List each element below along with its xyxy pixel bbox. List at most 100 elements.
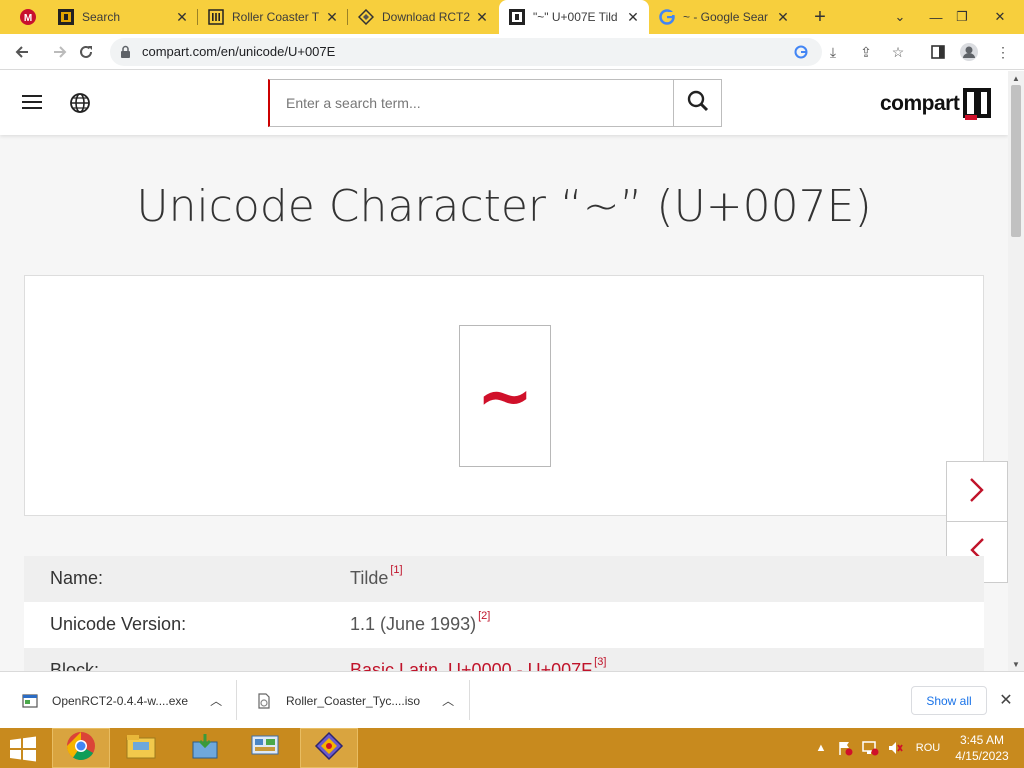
svg-text:M: M xyxy=(24,13,32,24)
table-row: Block: Basic Latin, U+0000 - U+007F [3] xyxy=(24,648,984,671)
input-language-indicator[interactable]: ROU xyxy=(912,728,944,768)
row-label: Name: xyxy=(50,568,104,588)
site-search xyxy=(268,79,722,127)
bookmark-star-icon[interactable]: ☆ xyxy=(888,42,908,62)
start-button[interactable] xyxy=(8,736,38,762)
exe-file-icon xyxy=(22,693,38,709)
taskbar-clock[interactable]: 3:45 AM 4/15/2023 xyxy=(948,732,1016,764)
chevron-up-icon[interactable]: ︿ xyxy=(210,692,222,709)
next-character-button[interactable] xyxy=(946,461,1008,523)
tab-title: Download RCT2 xyxy=(382,10,471,24)
search-icon xyxy=(687,90,709,117)
control-panel-icon xyxy=(250,732,280,765)
show-all-downloads-button[interactable]: Show all xyxy=(911,686,987,715)
compart-logo[interactable]: compart xyxy=(880,87,993,121)
reference-link[interactable]: [1] xyxy=(390,564,402,576)
row-value: Tilde [1] xyxy=(350,564,403,589)
download-shelf: OpenRCT2-0.4.4-w....exe ︿ Roller_Coaster… xyxy=(0,671,1024,728)
tab-google-search[interactable]: ~ - Google Sear ✕ xyxy=(649,0,799,34)
screen: M Search ✕ Roller Coaster T ✕ Download R… xyxy=(0,0,1024,768)
glyph-panel: ~ xyxy=(24,275,984,516)
action-center-flag-icon[interactable] xyxy=(836,728,854,768)
divider xyxy=(236,680,237,720)
scroll-thumb[interactable] xyxy=(1011,85,1021,237)
site-header: compart xyxy=(0,71,1008,135)
version-value: 1.1 (June 1993) xyxy=(350,614,477,634)
hamburger-menu-icon[interactable] xyxy=(22,95,42,109)
tab-unicode-tilde[interactable]: "~" U+007E Tild ✕ xyxy=(499,0,649,34)
page-title: Unicode Character “~” (U+007E) xyxy=(136,181,872,232)
share-icon[interactable]: ⇪ xyxy=(856,42,876,62)
chevron-up-icon[interactable]: ︿ xyxy=(442,692,454,709)
volume-muted-icon[interactable] xyxy=(886,728,904,768)
scroll-down-arrow-icon[interactable]: ▼ xyxy=(1012,660,1020,669)
close-tab-icon[interactable]: ✕ xyxy=(474,9,490,25)
glyph-preview: ~ xyxy=(459,325,551,467)
installer-taskbar-button[interactable] xyxy=(176,728,234,768)
google-lens-icon[interactable] xyxy=(792,43,810,61)
windows-logo-icon xyxy=(8,736,38,766)
restore-button[interactable]: ❐ xyxy=(942,0,982,34)
openrct2-icon xyxy=(314,731,344,766)
row-label: Block: xyxy=(50,660,100,671)
compart-logo-mark-icon xyxy=(963,88,993,120)
new-tab-button[interactable]: + xyxy=(808,5,832,29)
download-item[interactable]: OpenRCT2-0.4.4-w....exe ︿ xyxy=(22,672,222,729)
clock-time: 3:45 AM xyxy=(959,733,1005,747)
url-text[interactable]: compart.com/en/unicode/U+007E xyxy=(142,44,335,59)
more-menu-icon[interactable]: ⋮ xyxy=(993,42,1013,62)
app-menu-button[interactable]: M xyxy=(10,0,46,34)
control-panel-taskbar-button[interactable] xyxy=(236,728,294,768)
scroll-up-arrow-icon[interactable]: ▲ xyxy=(1012,74,1020,83)
reference-link[interactable]: [3] xyxy=(594,656,606,668)
reload-button[interactable] xyxy=(74,40,98,64)
side-panel-icon[interactable] xyxy=(928,42,948,62)
download-item[interactable]: Roller_Coaster_Tyc....iso ︿ xyxy=(256,672,454,729)
openrct2-taskbar-button[interactable] xyxy=(300,728,358,768)
chrome-icon xyxy=(66,731,96,766)
close-tab-icon[interactable]: ✕ xyxy=(174,9,190,25)
tab-roller-coaster[interactable]: Roller Coaster T ✕ xyxy=(198,0,348,34)
windows-taskbar: ▲ ROU 3:45 AM 4/15/2023 xyxy=(0,728,1024,768)
folder-icon xyxy=(125,732,157,765)
forward-button[interactable] xyxy=(48,40,72,64)
address-bar[interactable]: compart.com/en/unicode/U+007E xyxy=(110,38,822,66)
tab-title: Search xyxy=(82,10,121,24)
logo-text: compart xyxy=(880,92,960,115)
close-tab-icon[interactable]: ✕ xyxy=(324,9,340,25)
tab-title: "~" U+007E Tild xyxy=(533,10,618,24)
page-scrollbar[interactable]: ▲ ▼ xyxy=(1008,71,1024,671)
close-window-button[interactable]: ✕ xyxy=(980,0,1020,34)
file-explorer-taskbar-button[interactable] xyxy=(112,728,170,768)
back-button[interactable] xyxy=(10,40,34,64)
search-input[interactable] xyxy=(270,80,673,126)
close-tab-icon[interactable]: ✕ xyxy=(625,9,641,25)
profile-avatar-icon[interactable] xyxy=(959,42,979,62)
lock-icon[interactable] xyxy=(120,45,131,64)
compart-favicon-icon xyxy=(58,9,74,25)
glyph-character: ~ xyxy=(476,356,534,436)
tab-download-rct2[interactable]: Download RCT2 ✕ xyxy=(348,0,498,34)
tab-search-chevron-icon[interactable]: ⌄ xyxy=(880,0,920,34)
tab-strip: M Search ✕ Roller Coaster T ✕ Download R… xyxy=(0,0,1024,34)
install-app-icon[interactable]: ⤓ xyxy=(823,42,843,62)
search-button[interactable] xyxy=(673,80,721,126)
museum-favicon-icon xyxy=(208,9,224,25)
chevron-right-icon xyxy=(967,476,987,509)
block-link[interactable]: Basic Latin, U+0000 - U+007F xyxy=(350,660,592,671)
close-tab-icon[interactable]: ✕ xyxy=(775,9,791,25)
compart-favicon-icon xyxy=(509,9,525,25)
globe-language-icon[interactable] xyxy=(69,92,91,119)
network-icon[interactable] xyxy=(860,728,880,768)
tab-search[interactable]: Search ✕ xyxy=(48,0,198,34)
show-hidden-icons-icon[interactable]: ▲ xyxy=(814,728,828,768)
download-filename: OpenRCT2-0.4.4-w....exe xyxy=(52,693,189,708)
diamond-favicon-icon xyxy=(358,9,374,25)
chrome-taskbar-button[interactable] xyxy=(52,728,110,768)
mcafee-icon: M xyxy=(20,9,36,25)
divider xyxy=(469,680,470,720)
table-row: Unicode Version: 1.1 (June 1993) [2] xyxy=(24,602,984,648)
close-shelf-icon[interactable]: ✕ xyxy=(996,690,1016,710)
row-label: Unicode Version: xyxy=(50,614,187,634)
reference-link[interactable]: [2] xyxy=(478,610,490,622)
